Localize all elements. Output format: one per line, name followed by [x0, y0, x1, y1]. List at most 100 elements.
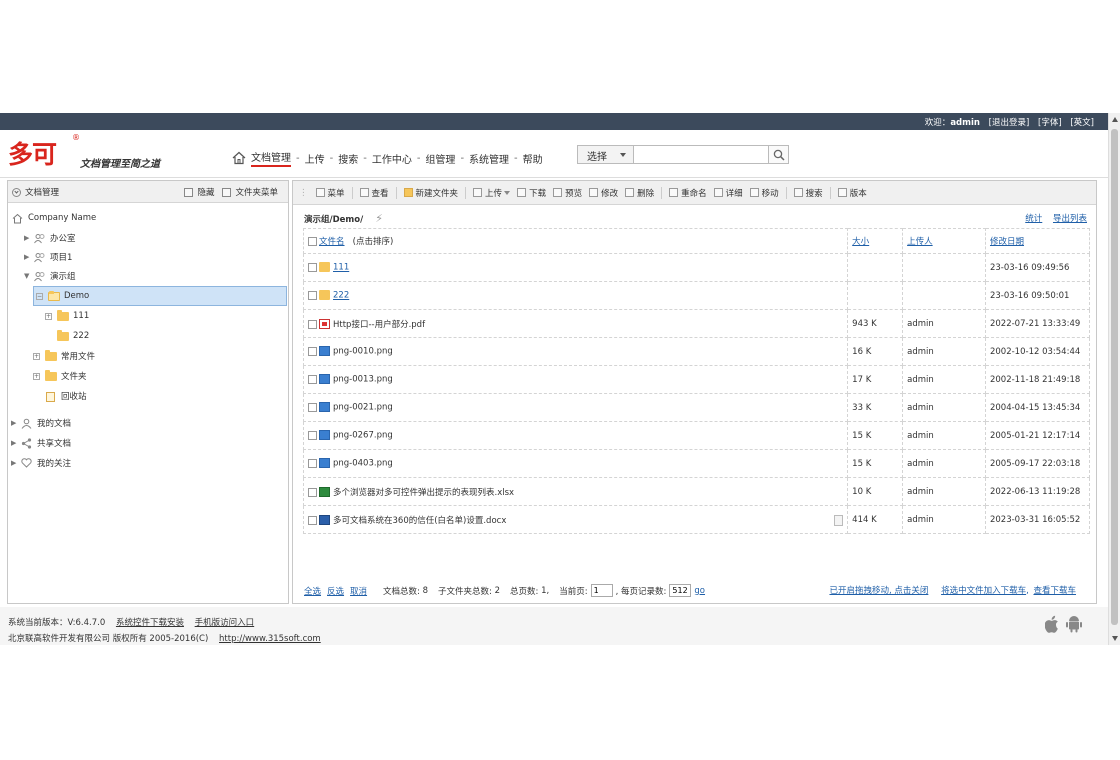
expand-box-icon[interactable]: + [33, 352, 40, 360]
collapse-box-icon[interactable]: − [36, 292, 43, 300]
row-checkbox[interactable] [308, 319, 317, 329]
row-checkbox[interactable] [308, 487, 317, 497]
page-scrollbar[interactable] [1108, 113, 1120, 645]
search-type-select[interactable]: 选择 [577, 145, 634, 164]
scroll-thumb[interactable] [1111, 129, 1118, 625]
toolbar-delete-button[interactable]: 删除 [625, 187, 654, 199]
left-panel-title[interactable]: 文档管理 [12, 186, 59, 198]
expand-arrow-icon[interactable]: ▶ [24, 234, 33, 242]
table-row[interactable]: png-0010.png 16 K admin 2002-10-12 03:54… [302, 337, 1091, 366]
row-checkbox[interactable] [308, 262, 317, 272]
nav-search[interactable]: 搜索 [338, 151, 358, 166]
toolbar-version-button[interactable]: 版本 [837, 187, 867, 199]
apple-icon[interactable] [1045, 615, 1061, 633]
sort-by-name[interactable]: 文件名 [319, 237, 345, 247]
toolbar-download-button[interactable]: 下载 [517, 187, 546, 199]
collapse-arrow-icon[interactable]: ▼ [24, 272, 33, 280]
toolbar-menu-button[interactable]: 菜单 [315, 187, 345, 199]
refresh-icon[interactable]: ⚡ [375, 212, 383, 225]
scroll-down-icon[interactable] [1112, 636, 1118, 641]
toolbar-rename-button[interactable]: 重命名 [669, 187, 707, 199]
file-name[interactable]: png-0021.png [333, 403, 393, 413]
toolbar-new-folder-button[interactable]: 新建文件夹 [403, 187, 458, 199]
hide-button[interactable]: 隐藏 [184, 186, 214, 198]
per-page-input[interactable] [669, 584, 692, 597]
download-plugin-link[interactable]: 系统控件下载安装 [116, 618, 184, 628]
toolbar-move-button[interactable]: 移动 [749, 187, 779, 199]
toolbar-upload-button[interactable]: 上传 [473, 187, 511, 199]
nav-system-management[interactable]: 系统管理 [469, 151, 509, 166]
folder-menu-button[interactable]: 文件夹菜单 [222, 186, 278, 198]
file-name[interactable]: png-0267.png [333, 431, 393, 441]
tree-item-office[interactable]: ▶ 办公室 [24, 228, 76, 248]
table-row[interactable]: Http接口--用户部分.pdf 943 K admin 2022-07-21 … [302, 309, 1091, 338]
tree-item-demo-group[interactable]: ▼ 演示组 [24, 266, 76, 286]
current-page-input[interactable] [590, 584, 613, 597]
row-checkbox[interactable] [308, 458, 317, 468]
add-to-cart-link[interactable]: 将选中文件加入下载车 [941, 586, 1026, 596]
select-all-link[interactable]: 全选 [304, 585, 321, 597]
row-checkbox[interactable] [308, 346, 317, 356]
search-input[interactable] [634, 145, 769, 164]
tree-item-my-follow[interactable]: ▶ 我的关注 [11, 453, 71, 473]
tree-item-project1[interactable]: ▶ 项目1 [24, 247, 72, 267]
file-name[interactable]: 多个浏览器对多可控件弹出提示的表现列表.xlsx [333, 488, 514, 498]
toolbar-edit-button[interactable]: 修改 [589, 187, 618, 199]
nav-group-management[interactable]: 组管理 [425, 151, 455, 166]
table-row[interactable]: 多个浏览器对多可控件弹出提示的表现列表.xlsx 10 K admin 2022… [302, 477, 1091, 506]
mobile-link[interactable]: 手机版访问入口 [195, 618, 255, 628]
table-row[interactable]: png-0021.png 33 K admin 2004-04-15 13:45… [302, 393, 1091, 422]
row-checkbox[interactable] [308, 430, 317, 440]
select-all-checkbox[interactable] [308, 237, 317, 246]
tree-item-folder[interactable]: + 文件夹 [33, 366, 87, 386]
stats-link[interactable]: 统计 [1025, 214, 1042, 224]
nav-help[interactable]: 帮助 [523, 151, 543, 166]
row-checkbox[interactable] [308, 290, 317, 300]
file-name[interactable]: 111 [333, 263, 349, 273]
sort-by-size[interactable]: 大小 [852, 237, 869, 247]
file-name[interactable]: 多可文档系统在360的信任(白名单)设置.docx [333, 516, 506, 526]
font-link[interactable]: [字体] [1038, 118, 1062, 128]
tree-item-my-docs[interactable]: ▶ 我的文档 [11, 413, 71, 433]
home-icon[interactable] [232, 151, 246, 165]
tree-item-222[interactable]: 222 [56, 326, 89, 346]
expand-arrow-icon[interactable]: ▶ [11, 439, 20, 447]
toolbar-view-button[interactable]: 查看 [359, 187, 389, 199]
file-name[interactable]: png-0013.png [333, 375, 393, 385]
tree-item-common-files[interactable]: + 常用文件 [33, 346, 95, 366]
file-name[interactable]: Http接口--用户部分.pdf [333, 320, 425, 330]
nav-upload[interactable]: 上传 [305, 151, 325, 166]
tree-item-111[interactable]: + 111 [45, 306, 89, 326]
document-icon[interactable] [834, 514, 844, 526]
expand-arrow-icon[interactable]: ▶ [24, 253, 33, 261]
android-icon[interactable] [1065, 615, 1083, 633]
row-checkbox[interactable] [308, 402, 317, 412]
tree-item-recycle[interactable]: 回收站 [44, 386, 87, 406]
row-checkbox[interactable] [308, 515, 317, 525]
go-button[interactable]: go [694, 586, 705, 596]
table-row[interactable]: png-0013.png 17 K admin 2002-11-18 21:49… [302, 365, 1091, 394]
tree-item-shared-docs[interactable]: ▶ 共享文档 [11, 433, 71, 453]
view-cart-link[interactable]: 查看下载车 [1033, 586, 1076, 596]
lang-link[interactable]: [英文] [1070, 118, 1094, 128]
expand-box-icon[interactable]: + [33, 372, 40, 380]
drag-move-toggle[interactable]: 已开启拖拽移动, 点击关闭 [829, 586, 928, 596]
nav-doc-management[interactable]: 文档管理 [251, 149, 291, 167]
table-row[interactable]: png-0403.png 15 K admin 2005-09-17 22:03… [302, 449, 1091, 478]
toolbar-preview-button[interactable]: 预览 [553, 187, 582, 199]
expand-arrow-icon[interactable]: ▶ [11, 459, 20, 467]
table-row[interactable]: 111 23-03-16 09:49:56 [302, 253, 1091, 282]
toolbar-details-button[interactable]: 详细 [713, 187, 743, 199]
invert-selection-link[interactable]: 反选 [327, 585, 344, 597]
file-name[interactable]: png-0403.png [333, 459, 393, 469]
search-button[interactable] [769, 145, 789, 164]
table-row[interactable]: 多可文档系统在360的信任(白名单)设置.docx 414 K admin 20… [302, 505, 1091, 534]
table-row[interactable]: png-0267.png 15 K admin 2005-01-21 12:17… [302, 421, 1091, 450]
nav-work-center[interactable]: 工作中心 [372, 151, 412, 166]
row-checkbox[interactable] [308, 374, 317, 384]
cancel-selection-link[interactable]: 取消 [350, 585, 367, 597]
expand-arrow-icon[interactable]: ▶ [11, 419, 20, 427]
file-name[interactable]: 222 [333, 291, 349, 301]
sort-by-modified[interactable]: 修改日期 [990, 237, 1024, 247]
sort-by-uploader[interactable]: 上传人 [907, 237, 933, 247]
